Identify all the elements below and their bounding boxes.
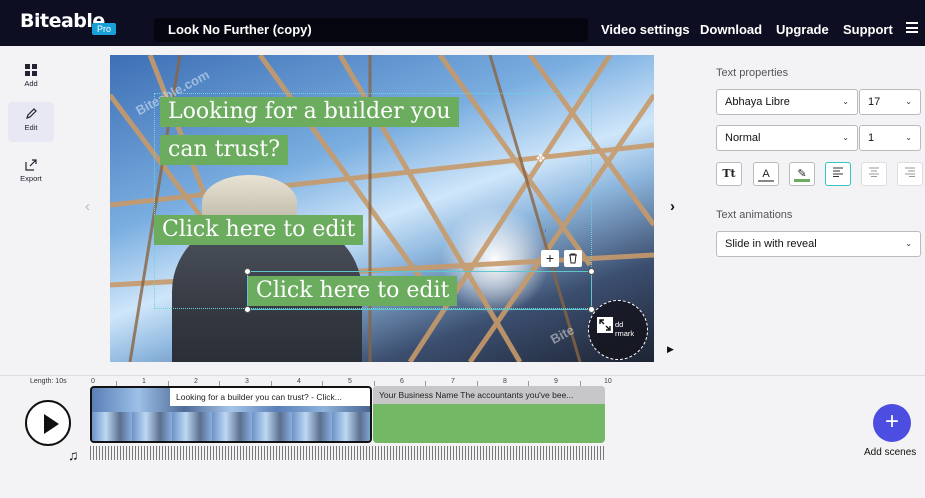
video-length-label: Length: 10s: [30, 378, 67, 385]
timeline-divider: [0, 375, 925, 376]
timeline: Length: 10s 0 1 2 3 4 5 6 7 8 9 10 Looki…: [0, 375, 925, 498]
ruler-label: 6: [400, 378, 404, 385]
align-left-button[interactable]: [825, 162, 851, 186]
text-color-icon: A: [762, 168, 770, 180]
video-canvas[interactable]: Biteable.com Bite Looking for a builder …: [110, 55, 654, 362]
expand-icon: [597, 317, 613, 333]
scene-clip-2[interactable]: Your Business Name The accountants you'v…: [373, 386, 605, 443]
add-scenes-button[interactable]: +: [873, 404, 911, 442]
ruler-label: 4: [297, 378, 301, 385]
font-size-value: 17: [868, 96, 881, 108]
audio-waveform[interactable]: [90, 446, 605, 460]
caption-placeholder-2[interactable]: Click here to edit: [248, 276, 458, 306]
scene-clip-1[interactable]: Looking for a builder you can trust? - C…: [90, 386, 372, 443]
project-title-input[interactable]: Look No Further (copy): [154, 18, 588, 42]
highlight-color-button[interactable]: ✎: [789, 162, 815, 186]
next-scene-arrow[interactable]: ›: [670, 198, 675, 215]
add-scenes-label: Add scenes: [864, 447, 917, 458]
add-watermark-label: dd rmark: [615, 320, 635, 338]
text-properties-panel: Text properties Abhaya Libre ⌄ 17 ⌄ Normal…: [706, 46, 925, 376]
scene-1-thumbnails: [92, 412, 370, 441]
chevron-down-icon: ⌄: [905, 97, 912, 106]
scene-1-label: Looking for a builder you can trust? - C…: [170, 388, 370, 406]
font-family-select[interactable]: Abhaya Libre ⌄: [716, 89, 858, 115]
text-case-button[interactable]: Tt: [716, 162, 742, 186]
ruler-label: 3: [245, 378, 249, 385]
nav-upgrade[interactable]: Upgrade: [776, 22, 829, 37]
caption-line-1[interactable]: Looking for a builder you: [160, 97, 459, 127]
chevron-down-icon: ⌄: [842, 133, 849, 142]
previous-scene-arrow[interactable]: ‹: [85, 198, 90, 215]
align-center-button[interactable]: [861, 162, 887, 186]
pro-badge: Pro: [92, 23, 116, 35]
text-animation-value: Slide in with reveal: [725, 238, 817, 250]
move-cursor-icon: ✥: [536, 153, 546, 165]
ruler-label: 1: [142, 378, 146, 385]
ruler-label: 9: [554, 378, 558, 385]
resize-handle-bl[interactable]: [244, 306, 251, 313]
text-color-button[interactable]: A: [753, 162, 779, 186]
ruler-label: 2: [194, 378, 198, 385]
align-left-icon: [833, 167, 843, 177]
grid-icon: [25, 64, 37, 76]
chevron-down-icon: ⌄: [905, 239, 912, 248]
align-right-button[interactable]: [897, 162, 923, 186]
ruler-label: 8: [503, 378, 507, 385]
rail-add-button[interactable]: Add: [8, 58, 54, 98]
rail-export-label: Export: [20, 174, 42, 183]
line-spacing-select[interactable]: 1 ⌄: [859, 125, 921, 151]
play-preview-icon[interactable]: ▶: [667, 344, 674, 355]
export-icon: [25, 159, 37, 171]
resize-handle-tr[interactable]: [588, 268, 595, 275]
ruler-label: 10: [604, 378, 612, 385]
chevron-down-icon: ⌄: [842, 97, 849, 106]
ruler-label: 5: [348, 378, 352, 385]
caption-line-2[interactable]: can trust?: [160, 135, 289, 165]
play-icon: [44, 414, 59, 434]
font-size-select[interactable]: 17 ⌄: [859, 89, 921, 115]
resize-handle-tl[interactable]: [244, 268, 251, 275]
text-properties-heading: Text properties: [716, 67, 789, 79]
trash-icon[interactable]: [564, 250, 582, 267]
font-family-value: Abhaya Libre: [725, 96, 790, 108]
add-text-button[interactable]: +: [541, 250, 559, 267]
music-icon[interactable]: ♫: [68, 447, 79, 463]
chevron-down-icon: ⌄: [905, 133, 912, 142]
ruler-label: 7: [451, 378, 455, 385]
caption-placeholder-1[interactable]: Click here to edit: [154, 215, 364, 245]
text-animations-heading: Text animations: [716, 209, 793, 221]
rail-edit-button[interactable]: Edit: [8, 102, 54, 142]
text-case-icon: Tt: [722, 167, 736, 180]
rail-export-button[interactable]: Export: [8, 153, 54, 193]
align-center-icon: [869, 167, 879, 177]
play-button[interactable]: [25, 400, 71, 446]
text-animation-select[interactable]: Slide in with reveal ⌄: [716, 231, 921, 257]
annotation-arrow: [545, 230, 546, 233]
add-watermark-button[interactable]: dd rmark: [588, 300, 648, 360]
font-weight-value: Normal: [725, 132, 761, 144]
rail-edit-label: Edit: [24, 123, 38, 132]
line-spacing-value: 1: [868, 132, 875, 144]
rail-add-label: Add: [24, 79, 38, 88]
ruler-label: 0: [91, 378, 95, 385]
nav-download[interactable]: Download: [700, 22, 762, 37]
top-bar: Biteable Pro Look No Further (copy) Vide…: [0, 0, 925, 46]
pencil-icon: [26, 108, 37, 119]
nav-video-settings[interactable]: Video settings: [601, 22, 690, 37]
font-weight-select[interactable]: Normal ⌄: [716, 125, 858, 151]
align-right-icon: [905, 167, 915, 177]
menu-icon[interactable]: [906, 22, 918, 33]
nav-support[interactable]: Support: [843, 22, 893, 37]
scene-2-label: Your Business Name The accountants you'v…: [373, 386, 605, 404]
